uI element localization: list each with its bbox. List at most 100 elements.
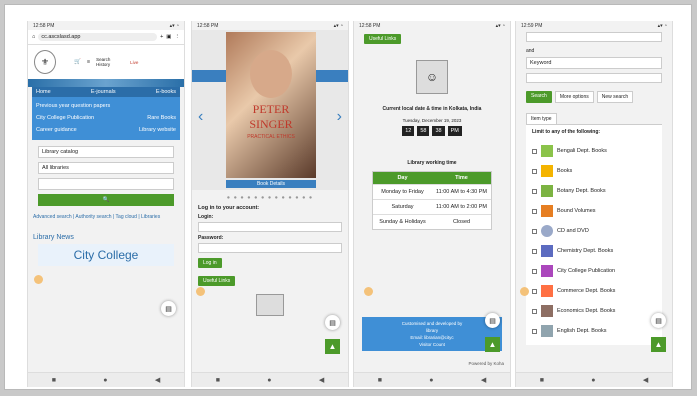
catalog-select[interactable]: Library catalog bbox=[38, 146, 174, 158]
accessibility-dot[interactable] bbox=[34, 275, 43, 284]
new-tab-icon[interactable]: + bbox=[160, 34, 163, 40]
search-button[interactable]: 🔍 bbox=[38, 194, 174, 206]
login-input[interactable] bbox=[198, 222, 342, 232]
checkbox[interactable] bbox=[532, 188, 537, 194]
carousel-prev-icon[interactable]: ‹ bbox=[198, 108, 203, 126]
menu-ebooks[interactable]: E-books bbox=[156, 89, 176, 95]
item-type-row[interactable]: City College Publication bbox=[532, 261, 656, 281]
back-icon[interactable]: ◀ bbox=[155, 376, 160, 384]
android-navbar: ■ ● ◀ bbox=[354, 372, 510, 387]
accessibility-dot[interactable] bbox=[364, 287, 373, 296]
item-type-row[interactable]: Books bbox=[532, 161, 656, 181]
menu-dots-icon[interactable]: ⋮ bbox=[175, 34, 181, 40]
menu-question-papers[interactable]: Previous year question papers bbox=[36, 103, 110, 109]
chat-icon[interactable]: ▤ bbox=[325, 315, 340, 330]
accessibility-dot[interactable] bbox=[196, 287, 205, 296]
recent-apps-icon[interactable]: ■ bbox=[52, 377, 56, 384]
book-cover[interactable]: PETER SINGER PRACTICAL ETHICS bbox=[226, 32, 316, 178]
book-author-first: PETER bbox=[252, 102, 290, 116]
menu-rare-books[interactable]: Rare Books bbox=[147, 115, 176, 121]
back-icon[interactable]: ◀ bbox=[481, 376, 486, 384]
and-label: and bbox=[526, 48, 535, 54]
item-type-row[interactable]: Bound Volumes bbox=[532, 201, 656, 221]
libraries-select[interactable]: All libraries bbox=[38, 162, 174, 174]
footer-email[interactable]: Email: librarian@cityc bbox=[364, 334, 500, 341]
home-icon[interactable]: ⌂ bbox=[32, 34, 35, 40]
checkbox[interactable] bbox=[532, 168, 537, 174]
item-type-row[interactable]: Chemistry Dept. Books bbox=[532, 241, 656, 261]
footer-visitor-count: Visitor Count bbox=[419, 342, 445, 347]
live-link[interactable]: Live bbox=[130, 60, 138, 65]
accessibility-dot[interactable] bbox=[520, 287, 529, 296]
item-type-label: Chemistry Dept. Books bbox=[557, 248, 614, 254]
item-type-label: Botany Dept. Books bbox=[557, 188, 606, 194]
menu-top-row: Home E-journals E-books bbox=[32, 87, 180, 97]
keyword-select[interactable]: Keyword bbox=[526, 57, 662, 69]
item-type-row[interactable]: Botany Dept. Books bbox=[532, 181, 656, 201]
login-button[interactable]: Log in bbox=[198, 258, 222, 268]
more-options-button[interactable]: More options bbox=[554, 91, 594, 103]
menu-library-website[interactable]: Library website bbox=[139, 127, 176, 133]
search-input[interactable] bbox=[38, 178, 174, 190]
status-icons: ▴▾ ◔ bbox=[495, 22, 505, 29]
checkbox[interactable] bbox=[532, 288, 537, 294]
menu-home[interactable]: Home bbox=[36, 89, 51, 95]
carousel-next-icon[interactable]: › bbox=[337, 108, 342, 126]
search-links[interactable]: Advanced search | Authority search | Tag… bbox=[28, 212, 184, 222]
item-type-row[interactable]: Commerce Dept. Books bbox=[532, 281, 656, 301]
item-type-row[interactable]: CD and DVD bbox=[532, 221, 656, 241]
plant-book-icon bbox=[541, 185, 553, 197]
chat-icon[interactable]: ▤ bbox=[485, 313, 500, 328]
url-bar[interactable]: cc.ascslasd.app bbox=[38, 33, 158, 41]
checkbox[interactable] bbox=[532, 328, 537, 334]
item-type-row[interactable]: Economics Dept. Books bbox=[532, 301, 656, 321]
cart-icon[interactable]: 🛒 bbox=[74, 59, 81, 65]
recent-apps-icon[interactable]: ■ bbox=[378, 377, 382, 384]
menu-ejournals[interactable]: E-journals bbox=[91, 89, 116, 95]
home-button-icon[interactable]: ● bbox=[429, 377, 433, 384]
checkbox[interactable] bbox=[532, 228, 537, 234]
recent-apps-icon[interactable]: ■ bbox=[540, 377, 544, 384]
tabs-icon[interactable]: ▣ bbox=[166, 34, 171, 40]
back-icon[interactable]: ◀ bbox=[319, 376, 324, 384]
home-button-icon[interactable]: ● bbox=[103, 377, 107, 384]
home-button-icon[interactable]: ● bbox=[591, 377, 595, 384]
book-details-button[interactable]: Book Details bbox=[226, 180, 316, 188]
checkbox[interactable] bbox=[532, 308, 537, 314]
term-input[interactable] bbox=[526, 32, 662, 42]
recent-apps-icon[interactable]: ■ bbox=[216, 377, 220, 384]
scroll-top-icon[interactable]: ▲ bbox=[325, 339, 340, 354]
password-input[interactable] bbox=[198, 243, 342, 253]
item-type-label: Bengali Dept. Books bbox=[557, 148, 607, 154]
useful-links-button[interactable]: Useful Links bbox=[364, 34, 402, 44]
powered-by[interactable]: Powered by Koha bbox=[468, 361, 504, 366]
chat-icon[interactable]: ▤ bbox=[161, 301, 176, 316]
scroll-top-icon[interactable]: ▲ bbox=[485, 337, 500, 352]
menu-publication[interactable]: City College Publication bbox=[36, 115, 94, 121]
menu-career[interactable]: Career guidance bbox=[36, 127, 77, 133]
tab-item-type[interactable]: Item type bbox=[526, 113, 557, 124]
useful-links-button[interactable]: Useful Links bbox=[198, 276, 236, 286]
checkbox[interactable] bbox=[532, 148, 537, 154]
banner-strip bbox=[28, 79, 184, 87]
tabs: Item type bbox=[526, 113, 662, 125]
new-search-button[interactable]: New search bbox=[596, 91, 634, 103]
search-history-link[interactable]: Search History bbox=[96, 57, 124, 67]
checkbox[interactable] bbox=[532, 248, 537, 254]
checkbox[interactable] bbox=[532, 208, 537, 214]
checkbox[interactable] bbox=[532, 268, 537, 274]
scroll-top-icon[interactable]: ▲ bbox=[651, 337, 666, 352]
home-button-icon[interactable]: ● bbox=[267, 377, 271, 384]
item-type-row[interactable]: English Dept. Books bbox=[532, 321, 656, 341]
item-type-row[interactable]: Bengali Dept. Books bbox=[532, 141, 656, 161]
search-button[interactable]: Search bbox=[526, 91, 552, 103]
hours-time: Closed bbox=[452, 219, 471, 225]
android-navbar: ■ ● ◀ bbox=[28, 372, 184, 387]
current-date: Tuesday, December 19, 2023 bbox=[402, 118, 462, 123]
keyword-input[interactable] bbox=[526, 73, 662, 83]
chat-icon[interactable]: ▤ bbox=[651, 313, 666, 328]
author-portrait bbox=[250, 50, 292, 98]
list-icon[interactable]: ≡ bbox=[87, 59, 90, 65]
back-icon[interactable]: ◀ bbox=[643, 376, 648, 384]
screenshot-collage: 12:58 PM ▴▾ ◔ ⌂ cc.ascslasd.app + ▣ ⋮ ⚜ … bbox=[4, 4, 692, 390]
